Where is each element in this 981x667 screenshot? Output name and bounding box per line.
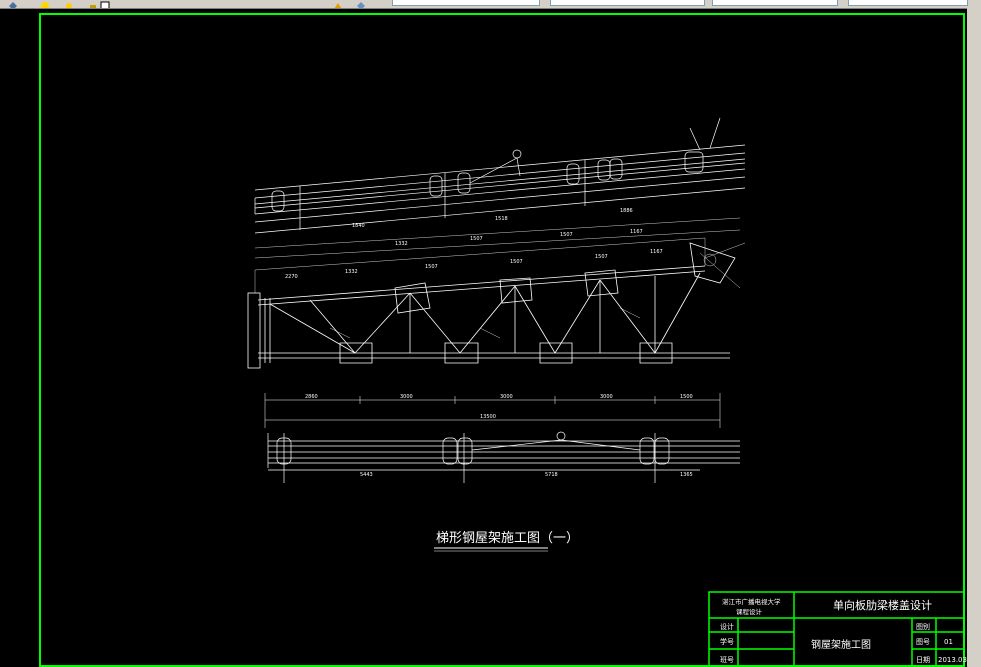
top-dim-3: 1886 — [620, 208, 633, 214]
label-class: 班号 — [720, 655, 734, 664]
drawing-canvas[interactable]: 1840 1518 1886 1332 1507 1507 1167 2270 … — [0, 8, 967, 667]
layer-dropdown[interactable] — [392, 0, 540, 6]
elev-dim-3: 1507 — [425, 264, 438, 270]
span-dims — [264, 393, 721, 428]
elev-dim-4: 1507 — [510, 259, 523, 265]
span-dim-2: 3000 — [400, 394, 413, 400]
truss-elevation — [247, 242, 736, 369]
top-dim-2: 1518 — [495, 216, 508, 222]
bottom-dim-2: 5718 — [545, 472, 558, 478]
drawing-frame — [39, 13, 965, 667]
span-dim-5: 1500 — [680, 394, 693, 400]
bottom-dim-3: 1365 — [680, 472, 693, 478]
lineweight-dropdown[interactable] — [712, 0, 838, 6]
vertical-scrollbar[interactable] — [967, 8, 981, 667]
elev-dim-2: 1332 — [345, 269, 358, 275]
elev-dim-5: 1507 — [595, 254, 608, 260]
span-dim-1: 2860 — [305, 394, 318, 400]
top-dim-7: 1167 — [630, 229, 643, 235]
top-dim-6: 1507 — [560, 232, 573, 238]
match-properties-icon[interactable] — [333, 0, 343, 8]
bottom-dim-1: 5443 — [360, 472, 373, 478]
bottom-chord-plan — [267, 431, 740, 483]
bulb-icon[interactable] — [40, 0, 50, 8]
drawing-date: 2013.03 — [938, 656, 967, 664]
label-category: 图别 — [916, 622, 930, 631]
sheet-number: 01 — [944, 638, 953, 646]
label-sheet-no: 图号 — [916, 638, 930, 646]
org-line1: 湛江市广播电视大学 — [722, 597, 781, 606]
layer-states-icon[interactable] — [356, 0, 366, 8]
span-dim-4: 3000 — [600, 394, 613, 400]
layer-icon[interactable] — [8, 0, 18, 8]
top-dim-5: 1507 — [470, 236, 483, 242]
label-date: 日期 — [916, 656, 930, 664]
elev-dim-6: 1167 — [650, 249, 663, 255]
color-icon[interactable] — [100, 0, 110, 8]
top-dim-4: 1332 — [395, 241, 408, 247]
total-span: 13500 — [480, 414, 496, 420]
project-name: 单向板肋梁楼盖设计 — [833, 598, 932, 612]
span-dim-3: 3000 — [500, 394, 513, 400]
top-dim-1: 1840 — [352, 223, 365, 229]
linetype-dropdown[interactable] — [550, 0, 705, 6]
elev-dim-1: 2270 — [285, 274, 298, 280]
org-line2: 课程设计 — [736, 607, 763, 616]
label-design: 设计 — [720, 622, 734, 631]
sheet-title: 钢屋架施工图 — [811, 638, 871, 651]
plotstyle-dropdown[interactable] — [848, 0, 968, 6]
top-plan-dims — [254, 217, 741, 259]
sun-icon[interactable] — [64, 0, 74, 8]
label-student-id: 学号 — [720, 637, 734, 646]
drawing-title: 梯形钢屋架施工图（一） — [436, 531, 579, 546]
lock-icon[interactable] — [88, 0, 98, 8]
